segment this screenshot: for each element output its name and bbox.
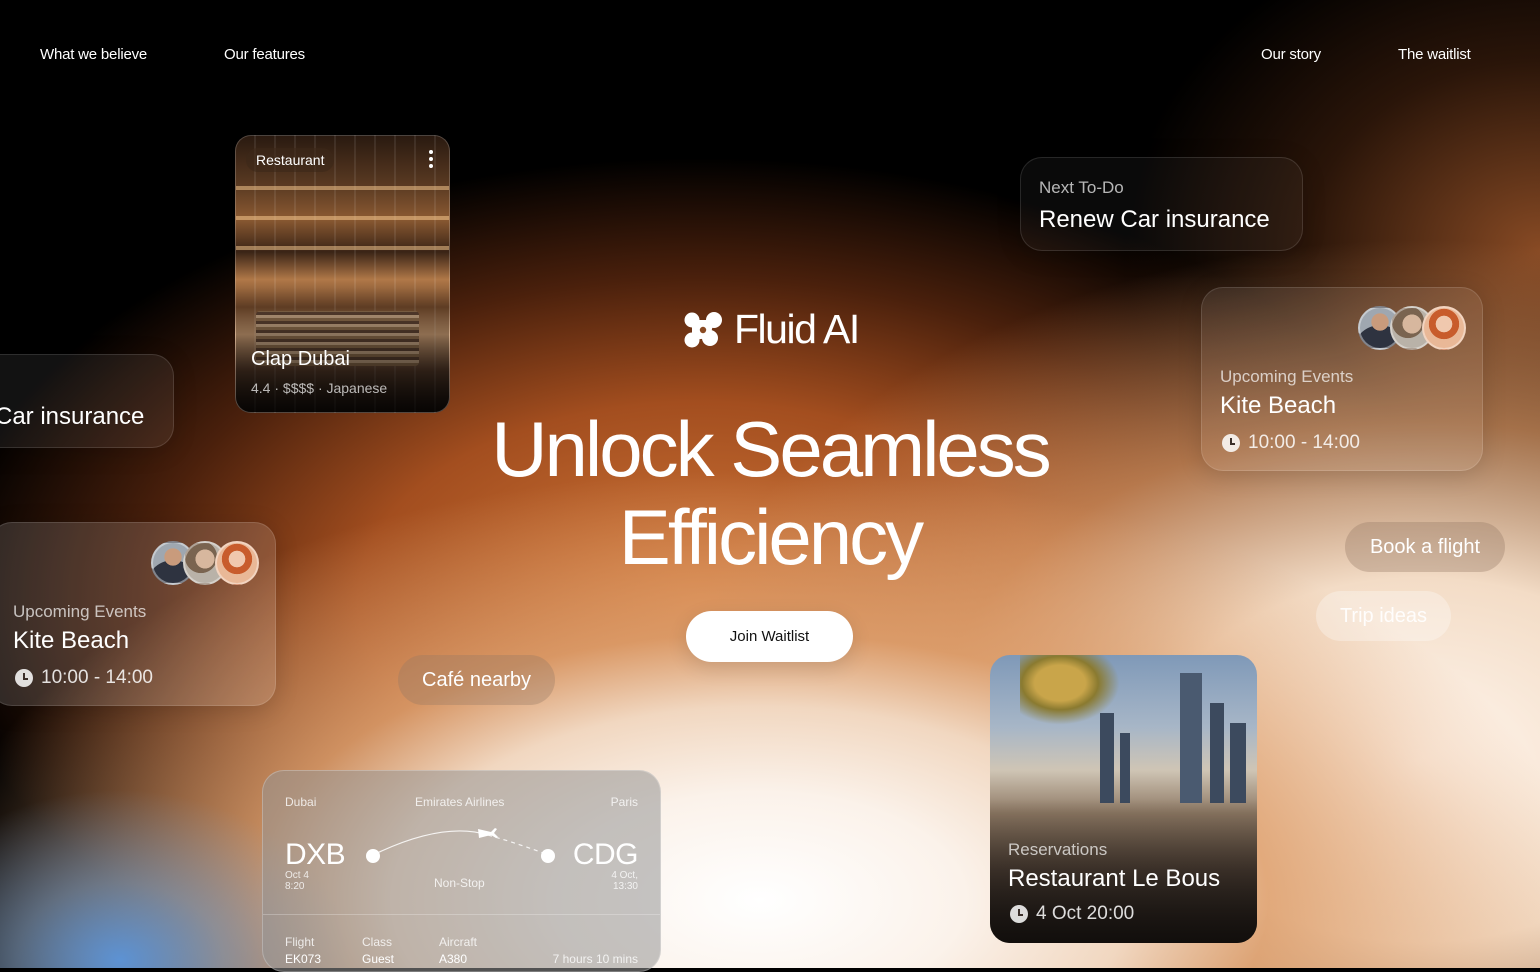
class-label: Class [362, 935, 393, 949]
events-label: Upcoming Events [1220, 367, 1354, 386]
flight-card[interactable]: Dubai Emirates Airlines Paris DXB CDG Oc… [262, 770, 661, 972]
aircraft-value: A380 [439, 952, 468, 966]
reservation-card[interactable]: Reservations Restaurant Le Bous 4 Oct 20… [990, 655, 1257, 943]
from-city: Dubai [285, 795, 317, 809]
nav-the-waitlist[interactable]: The waitlist [1398, 46, 1471, 63]
reservation-time-row: 4 Oct 20:00 [1010, 903, 1134, 925]
from-code: DXB [285, 838, 346, 871]
cafe-nearby-pill[interactable]: Café nearby [398, 655, 555, 705]
from-time: 8:20 [285, 881, 305, 892]
flight-duration: 7 hours 10 mins [552, 952, 638, 966]
events-label: Upcoming Events [13, 602, 147, 621]
flight-path-icon [366, 828, 555, 863]
class-value: Guest [362, 952, 395, 966]
flight-divider [263, 914, 660, 915]
nav-our-features[interactable]: Our features [224, 46, 305, 63]
to-time: 13:30 [612, 881, 638, 892]
attendee-avatars [1358, 306, 1466, 350]
to-date: 4 Oct, [611, 870, 638, 881]
todo-title: Renew Car insurance [1039, 206, 1270, 233]
nav-what-we-believe[interactable]: What we believe [40, 46, 147, 63]
to-code: CDG [572, 838, 639, 871]
book-flight-pill[interactable]: Book a flight [1345, 522, 1505, 572]
restaurant-card-clap-dubai[interactable]: Restaurant Clap Dubai 4.4 · $$$$ · Japan… [235, 135, 450, 413]
headline-line-2: Efficiency [618, 493, 924, 581]
reservation-label: Reservations [1008, 840, 1108, 859]
restaurant-name: Clap Dubai [251, 348, 350, 370]
headline-line-1: Unlock Seamless [491, 405, 1052, 493]
clock-icon [1010, 905, 1028, 923]
todo-card[interactable]: Next To-Do Renew Car insurance [1020, 157, 1303, 251]
clock-icon [15, 669, 33, 687]
to-city: Paris [610, 795, 638, 809]
fluid-logo-icon [684, 311, 722, 347]
avatar [1422, 306, 1466, 350]
events-title: Kite Beach [13, 627, 130, 654]
reservation-title: Restaurant Le Bous [1008, 865, 1221, 892]
more-options-icon[interactable] [429, 150, 433, 168]
reservation-time: 4 Oct 20:00 [1036, 903, 1135, 924]
flight-label: Flight [285, 935, 315, 949]
from-date: Oct 4 [285, 870, 309, 881]
hero-headline: Unlock Seamless Efficiency [0, 405, 1540, 581]
brand-logo: Fluid AI [684, 306, 860, 353]
aircraft-label: Aircraft [439, 935, 478, 949]
restaurant-tag: Restaurant [246, 148, 335, 172]
airline-name: Emirates Airlines [415, 795, 505, 809]
stop-type: Non-Stop [434, 876, 485, 890]
brand-name: Fluid AI [734, 306, 860, 352]
flight-value: EK073 [285, 952, 322, 966]
todo-label: Next To-Do [1039, 178, 1124, 197]
nav-our-story[interactable]: Our story [1261, 46, 1321, 63]
events-time: 10:00 - 14:00 [41, 667, 153, 688]
restaurant-details: 4.4 · $$$$ · Japanese [251, 380, 388, 396]
events-time-row: 10:00 - 14:00 [15, 667, 153, 689]
trip-ideas-pill[interactable]: Trip ideas [1316, 591, 1451, 641]
join-waitlist-button[interactable]: Join Waitlist [686, 611, 853, 662]
